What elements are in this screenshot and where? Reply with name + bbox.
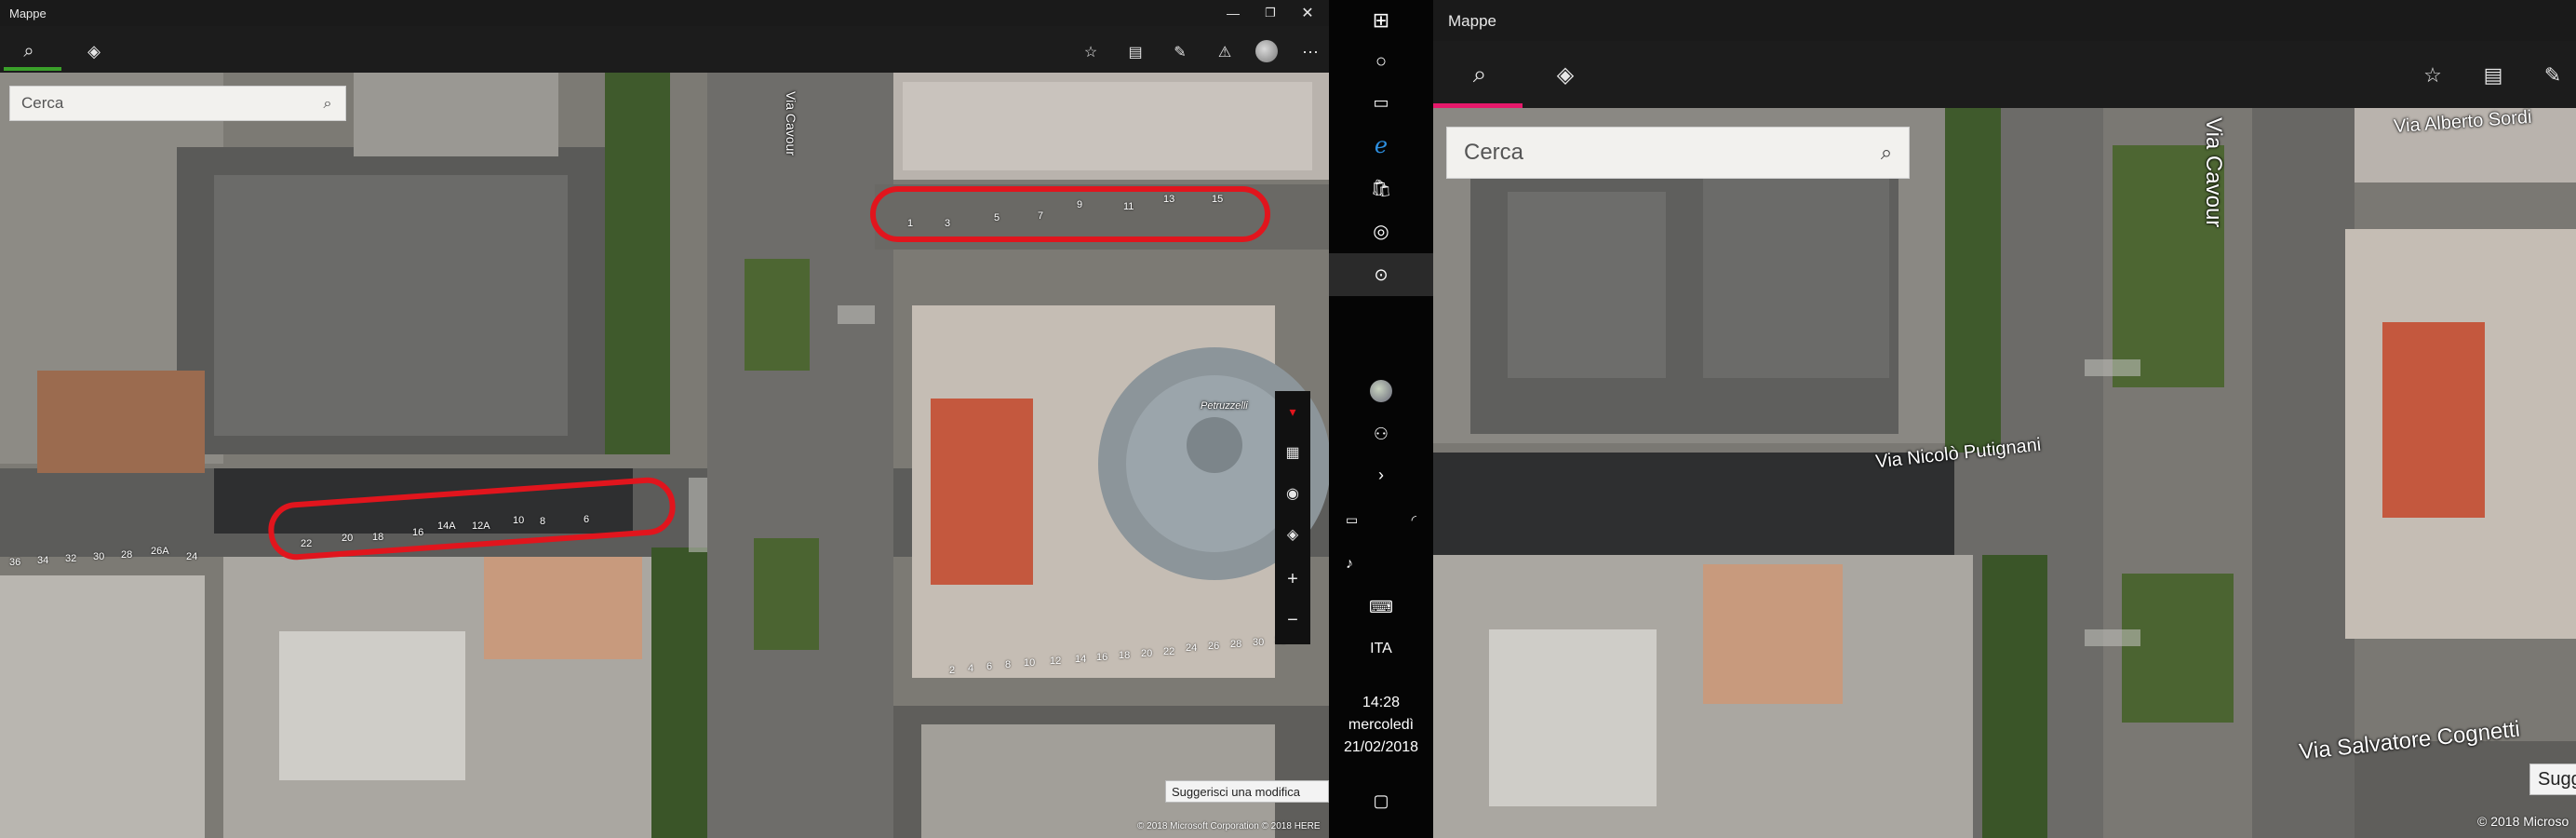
house-number: 4	[968, 663, 974, 674]
ink-icon[interactable]: ✎	[1165, 37, 1195, 67]
house-number: 10	[1024, 657, 1036, 669]
house-number: 34	[37, 555, 49, 566]
app-toolbar: ⌕ ◈ ☆ ▤ ✎	[1433, 41, 2576, 108]
clock-day[interactable]: mercoledì	[1329, 717, 1433, 734]
search-box[interactable]: ⌕	[9, 86, 346, 121]
map-view[interactable]: Via Cavour Petruzzelli 1 3 5 7 9 11 13 1…	[0, 73, 1329, 838]
directions-icon[interactable]: ◈	[78, 35, 110, 67]
house-number: 30	[1253, 637, 1265, 648]
maps-window-right: Mappe ⌕ ◈ ☆ ▤ ✎ Via Cavour Via Alberto S…	[1433, 0, 2576, 838]
house-number: 14	[1075, 654, 1087, 665]
suggest-edit-button[interactable]: Sugg	[2529, 764, 2576, 795]
traffic-icon[interactable]: ▤	[2475, 58, 2511, 93]
house-number: 26A	[151, 546, 169, 557]
zoom-out-icon[interactable]: −	[1275, 600, 1310, 641]
store-icon[interactable]: 🛍	[1329, 168, 1433, 209]
maps-window-left: Mappe — ❐ ✕ ⌕ ◈ ☆ ▤ ✎ ⚠ ⋯ Via Cavour Pet…	[0, 0, 1329, 838]
title-bar: Mappe — ❐ ✕	[0, 0, 1329, 26]
zoom-in-icon[interactable]: +	[1275, 559, 1310, 600]
search-input[interactable]	[1447, 128, 1909, 178]
clock-date[interactable]: 21/02/2018	[1329, 739, 1433, 756]
tilt-icon[interactable]: ▦	[1275, 432, 1310, 473]
copyright: © 2018 Microso	[2477, 814, 2569, 829]
house-number: 32	[65, 553, 77, 564]
street-label-cavour: Via Cavour	[784, 91, 798, 156]
house-number: 24	[186, 551, 198, 562]
building-label: Petruzzelli	[1201, 400, 1248, 412]
house-number: 18	[1119, 650, 1131, 661]
suggest-edit-button[interactable]: Suggerisci una modifica	[1165, 780, 1329, 803]
favorites-icon[interactable]: ☆	[2415, 58, 2450, 93]
ink-icon[interactable]: ✎	[2535, 58, 2570, 93]
house-number: 2	[949, 665, 956, 676]
clock-time[interactable]: 14:28	[1329, 695, 1433, 711]
house-number: 36	[9, 557, 21, 568]
traffic-icon[interactable]: ▤	[1120, 37, 1150, 67]
search-icon[interactable]: ⌕	[1872, 138, 1901, 168]
compass-icon[interactable]: ▾	[1275, 391, 1310, 432]
wifi-icon[interactable]: ◜	[1329, 499, 1433, 540]
house-number: 8	[1005, 659, 1012, 670]
minimize-icon[interactable]: —	[1219, 2, 1247, 24]
maps-app-icon[interactable]: ⊙	[1329, 253, 1433, 296]
house-number: 28	[121, 549, 133, 561]
house-number: 22	[1163, 646, 1175, 657]
search-tab-icon[interactable]: ⌕	[13, 35, 45, 67]
house-number: 6	[986, 661, 993, 672]
house-number: 16	[1096, 652, 1108, 663]
app-toolbar: ⌕ ◈ ☆ ▤ ✎ ⚠ ⋯	[0, 26, 1329, 73]
map-view[interactable]: Via Cavour Via Alberto Sordi Via Nicolò …	[1433, 108, 2576, 838]
search-tab-icon[interactable]: ⌕	[1461, 56, 1498, 93]
loading-bar	[4, 67, 61, 71]
close-icon[interactable]: ✕	[1294, 2, 1322, 24]
location-icon[interactable]: ◉	[1275, 473, 1310, 514]
copyright: © 2018 Microsoft Corporation © 2018 HERE	[1137, 821, 1321, 831]
chevron-right-icon[interactable]: ›	[1329, 454, 1433, 495]
map-controls: ▾ ▦ ◉ ◈ + −	[1275, 391, 1310, 644]
street-label-cavour: Via Cavour	[2201, 117, 2226, 228]
avatar[interactable]	[1251, 35, 1282, 67]
taskbar: ⊞ ○ ▭ ℯ 🛍 ◎ ⊙ ⚇ › ▭ ◜ ♪ ⌨ ITA 14:28 merc…	[1329, 0, 1433, 838]
title-bar: Mappe	[1433, 0, 2576, 41]
house-number: 20	[1141, 648, 1153, 659]
start-icon[interactable]: ⊞	[1329, 0, 1433, 41]
house-number: 30	[93, 551, 105, 562]
highlight-ring-top	[870, 186, 1270, 242]
restore-icon[interactable]: ❐	[1256, 2, 1284, 24]
cortana-icon[interactable]: ○	[1329, 41, 1433, 82]
app-title: Mappe	[1448, 12, 1496, 30]
people-icon[interactable]: ⚇	[1329, 413, 1433, 454]
user-avatar-icon[interactable]	[1329, 371, 1433, 412]
more-icon[interactable]: ⋯	[1295, 37, 1325, 67]
house-number: 26	[1208, 641, 1220, 652]
measure-icon[interactable]: ⚠	[1210, 37, 1240, 67]
language-indicator[interactable]: ITA	[1329, 641, 1433, 657]
action-center-icon[interactable]: ▢	[1329, 780, 1433, 821]
volume-icon[interactable]: ♪	[1329, 544, 1433, 585]
layers-icon[interactable]: ◈	[1275, 514, 1310, 555]
house-number: 24	[1186, 642, 1198, 654]
keyboard-icon[interactable]: ⌨	[1329, 587, 1433, 628]
task-view-icon[interactable]: ▭	[1329, 82, 1433, 123]
house-number: 12	[1050, 656, 1062, 667]
search-box[interactable]: ⌕	[1446, 127, 1910, 179]
house-number: 28	[1230, 639, 1242, 650]
favorites-icon[interactable]: ☆	[1076, 37, 1106, 67]
search-icon[interactable]: ⌕	[315, 92, 340, 116]
media-player-icon[interactable]: ◎	[1329, 210, 1433, 251]
edge-icon[interactable]: ℯ	[1329, 125, 1433, 166]
app-title: Mappe	[9, 7, 47, 20]
directions-icon[interactable]: ◈	[1547, 56, 1584, 93]
search-input[interactable]	[10, 87, 345, 120]
